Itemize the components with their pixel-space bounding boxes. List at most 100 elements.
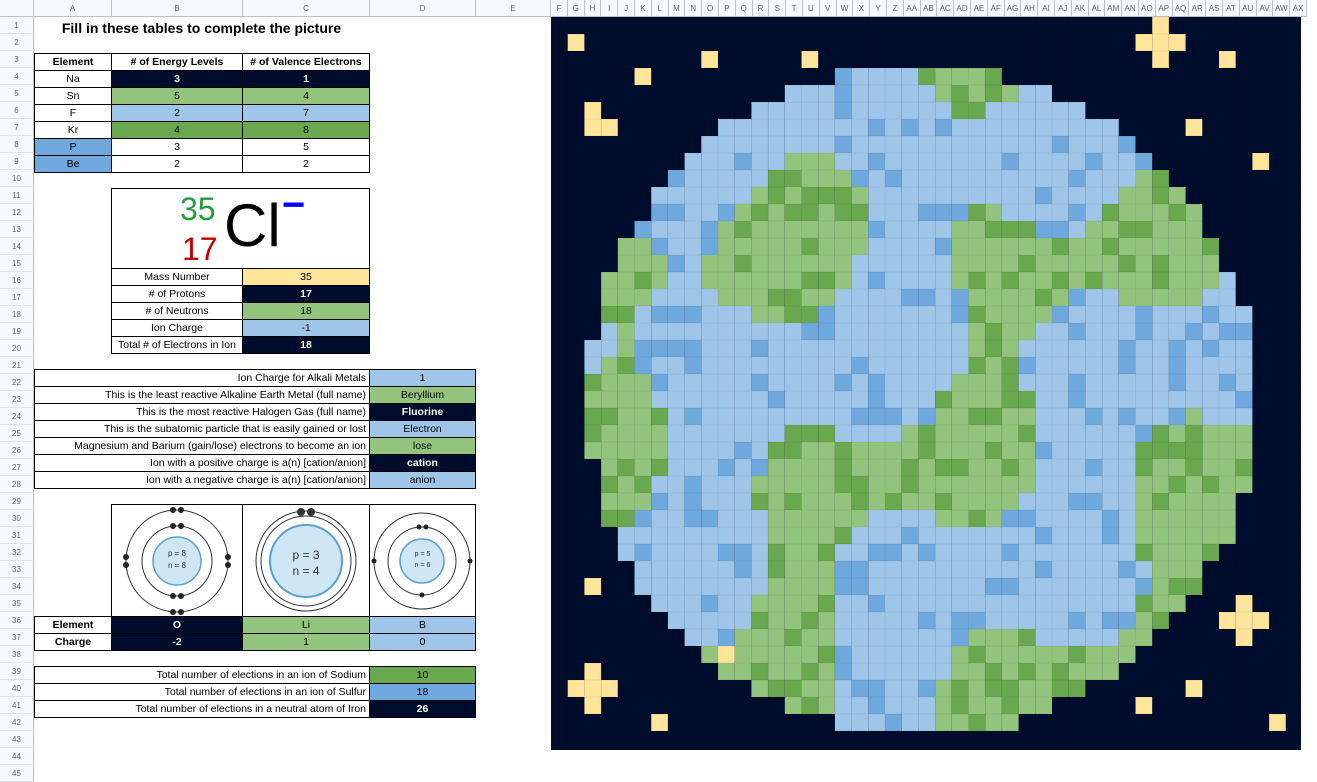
column-header[interactable]: Y [870,0,887,17]
select-all-corner[interactable] [0,0,34,17]
row-header[interactable]: 28 [0,476,34,493]
column-header[interactable]: A [34,0,112,17]
table4-element[interactable]: B [369,616,476,634]
column-header[interactable]: E [476,0,551,17]
table4-charge[interactable]: -2 [111,633,243,651]
column-header[interactable]: AH [1021,0,1039,17]
row-header[interactable]: 3 [0,51,34,68]
row-header[interactable]: 8 [0,136,34,153]
table1-levels[interactable]: 2 [111,104,243,122]
table5-question[interactable]: Total number of elections in a neutral a… [34,700,370,718]
table3-answer[interactable]: cation [369,454,476,472]
sheet-title[interactable]: Fill in these tables to complete the pic… [34,19,369,36]
table1-element[interactable]: Be [34,155,112,173]
table4-element[interactable]: O [111,616,243,634]
column-header[interactable]: H [584,0,602,17]
row-header[interactable]: 19 [0,323,34,340]
row-header[interactable]: 12 [0,204,34,221]
row-header[interactable]: 25 [0,425,34,442]
column-header[interactable]: AK [1071,0,1089,17]
table2-label[interactable]: # of Protons [111,285,243,303]
table3-question[interactable]: Magnesium and Barium (gain/lose) electro… [34,437,370,455]
column-header[interactable]: R [752,0,770,17]
table2-value[interactable]: 17 [242,285,370,303]
table3-question[interactable]: Ion Charge for Alkali Metals [34,369,370,387]
column-header[interactable]: Q [735,0,753,17]
column-header[interactable]: N [685,0,703,17]
table1-valence[interactable]: 1 [242,70,370,88]
table1-levels[interactable]: 3 [111,138,243,156]
row-header[interactable]: 45 [0,765,34,782]
table5-answer[interactable]: 18 [369,683,476,701]
column-header[interactable]: O [702,0,719,17]
column-header[interactable]: AD [954,0,971,17]
table2-label[interactable]: # of Neutrons [111,302,243,320]
table1-levels[interactable]: 3 [111,70,243,88]
pixel-art-earth[interactable] [551,17,1301,750]
row-header[interactable]: 1 [0,17,34,34]
column-header[interactable]: J [618,0,635,17]
column-header[interactable]: AF [987,0,1005,17]
table5-answer[interactable]: 26 [369,700,476,718]
column-header[interactable]: AG [1004,0,1022,17]
table1-levels[interactable]: 2 [111,155,243,173]
table1-header-element[interactable]: Element [34,53,112,71]
table3-answer[interactable]: 1 [369,369,476,387]
column-header[interactable]: AP [1155,0,1173,17]
column-header[interactable]: V [819,0,837,17]
column-header[interactable]: AM [1105,0,1123,17]
table1-element[interactable]: Sn [34,87,112,105]
row-header[interactable]: 42 [0,714,34,731]
table1-levels[interactable]: 5 [111,87,243,105]
row-header[interactable]: 36 [0,612,34,629]
table4-charge[interactable]: 0 [369,633,476,651]
row-header[interactable]: 22 [0,374,34,391]
row-header[interactable]: 7 [0,119,34,136]
table3-answer[interactable]: lose [369,437,476,455]
column-header[interactable]: AO [1139,0,1156,17]
row-header[interactable]: 14 [0,238,34,255]
table5-question[interactable]: Total number of elections in an ion of S… [34,666,370,684]
table1-levels[interactable]: 4 [111,121,243,139]
row-header[interactable]: 32 [0,544,34,561]
column-header[interactable]: S [769,0,787,17]
column-header[interactable]: T [786,0,803,17]
table2-value[interactable]: -1 [242,319,370,337]
table1-valence[interactable]: 4 [242,87,370,105]
row-header[interactable]: 6 [0,102,34,119]
column-header[interactable]: AV [1256,0,1274,17]
row-header[interactable]: 24 [0,408,34,425]
table1-valence[interactable]: 7 [242,104,370,122]
column-header[interactable]: M [668,0,686,17]
row-header[interactable]: 21 [0,357,34,374]
table3-answer[interactable]: Electron [369,420,476,438]
row-header[interactable]: 40 [0,680,34,697]
column-header[interactable]: D [370,0,476,17]
column-header[interactable]: AI [1038,0,1055,17]
row-header[interactable]: 18 [0,306,34,323]
table1-element[interactable]: P [34,138,112,156]
table2-label[interactable]: Mass Number [111,268,243,286]
row-header[interactable]: 16 [0,272,34,289]
column-header[interactable]: X [853,0,871,17]
table3-question[interactable]: Ion with a negative charge is a(n) [cati… [34,471,370,489]
column-header[interactable]: Z [887,0,904,17]
column-header[interactable]: W [836,0,854,17]
table4-charge-label[interactable]: Charge [34,633,112,651]
table3-question[interactable]: Ion with a positive charge is a(n) [cati… [34,454,370,472]
table2-label[interactable]: Total # of Electrons in Ion [111,336,243,354]
table4-element-label[interactable]: Element [34,616,112,634]
table2-value[interactable]: 35 [242,268,370,286]
column-header[interactable]: I [601,0,619,17]
row-header[interactable]: 13 [0,221,34,238]
row-header[interactable]: 41 [0,697,34,714]
row-header[interactable]: 17 [0,289,34,306]
table3-answer[interactable]: anion [369,471,476,489]
table2-value[interactable]: 18 [242,302,370,320]
column-header[interactable]: L [651,0,669,17]
table3-question[interactable]: This is the most reactive Halogen Gas (f… [34,403,370,421]
table1-element[interactable]: Kr [34,121,112,139]
table4-element[interactable]: Li [242,616,370,634]
table1-header-valence[interactable]: # of Valence Electrons [242,53,370,71]
row-header[interactable]: 35 [0,595,34,612]
